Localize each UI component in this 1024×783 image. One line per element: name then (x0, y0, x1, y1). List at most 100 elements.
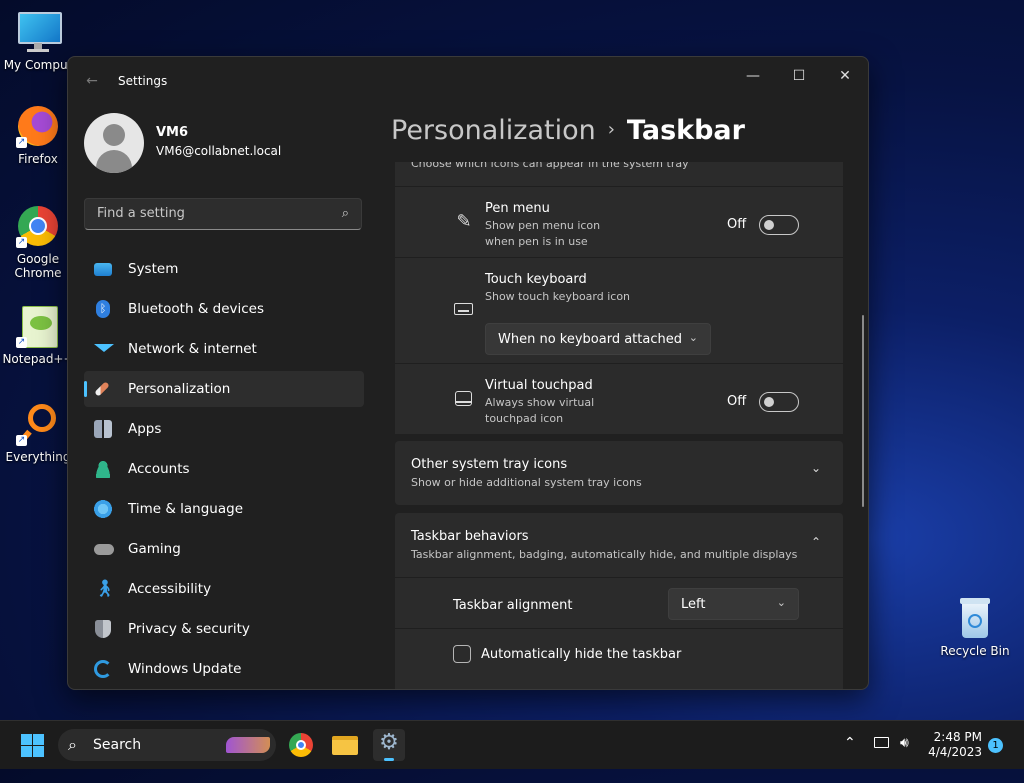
monitor-icon (16, 10, 62, 54)
nav-item-network[interactable]: Network & internet (84, 331, 364, 367)
desktop-icon-firefox[interactable]: ↗ Firefox (0, 104, 76, 166)
taskbar-settings[interactable]: ⚙ (373, 729, 405, 761)
windows-logo-icon (21, 734, 44, 757)
shortcut-arrow-icon: ↗ (16, 435, 27, 446)
nav-label: Apps (128, 421, 162, 437)
virtual-touchpad-toggle-label: Off (727, 394, 747, 409)
taskbar-behaviors-expander[interactable]: Taskbar behaviors Taskbar alignment, bad… (395, 513, 843, 577)
nav-item-system[interactable]: System (84, 251, 364, 287)
virtual-touchpad-row: Virtual touchpad Always show virtual tou… (395, 364, 843, 434)
chevron-up-icon[interactable]: ⌃ (844, 735, 856, 783)
nav-label: Gaming (128, 541, 181, 557)
shortcut-arrow-icon: ↗ (16, 337, 27, 348)
nav-item-gaming[interactable]: Gaming (84, 531, 364, 567)
chevron-down-icon: ⌄ (811, 461, 822, 475)
recycle-bin-label: Recycle Bin (940, 644, 1010, 658)
desktop-icon-notepad-plus-plus[interactable]: ↗ Notepad++ (0, 304, 76, 366)
desktop-icon-label: Firefox (18, 152, 58, 166)
nav-label: Bluetooth & devices (128, 301, 265, 317)
profile-email: VM6@collabnet.local (156, 144, 282, 158)
other-tray-title: Other system tray icons (411, 457, 568, 472)
clock[interactable]: 2:48 PM 4/4/2023 (924, 730, 982, 760)
taskbar-file-explorer[interactable] (329, 729, 361, 761)
auto-hide-checkbox[interactable] (453, 645, 471, 663)
nav-item-accounts[interactable]: Accounts (84, 451, 364, 487)
clock-time: 2:48 PM (933, 730, 982, 744)
maximize-button[interactable]: ☐ (776, 61, 822, 91)
settings-search[interactable]: ⌕ (84, 198, 362, 230)
nav-item-bluetooth[interactable]: ᛒ Bluetooth & devices (84, 291, 364, 327)
notification-badge[interactable]: 1 (988, 738, 1003, 753)
virtual-touchpad-toggle[interactable] (759, 392, 799, 412)
shield-icon (95, 620, 111, 638)
gamepad-icon (94, 544, 114, 555)
folder-icon (332, 736, 358, 755)
chrome-icon: ↗ (16, 204, 60, 248)
desktop-icon-recycle-bin[interactable]: Recycle Bin (940, 598, 1010, 658)
desktop-icon-label: Google Chrome (14, 252, 62, 280)
other-system-tray-icons-expander[interactable]: Other system tray icons Show or hide add… (395, 441, 843, 505)
profile-name: VM6 (156, 125, 189, 140)
minimize-button[interactable]: — (730, 61, 776, 91)
pen-icon: ✎ (456, 211, 472, 232)
content-pane: Choose which icons can appear in the sys… (395, 162, 843, 689)
recycle-bin-icon (958, 598, 992, 638)
system-tray-header[interactable]: Choose which icons can appear in the sys… (395, 162, 843, 186)
taskbar-chrome[interactable] (285, 729, 317, 761)
breadcrumb-parent[interactable]: Personalization (391, 115, 596, 146)
desktop-icon-everything[interactable]: ↗ Everything (0, 402, 76, 464)
breadcrumb: Personalization › Taskbar (391, 115, 745, 146)
tray-header-subtitle: Choose which icons can appear in the sys… (411, 162, 689, 170)
virtual-touchpad-subtitle: Always show virtual touchpad icon (485, 396, 595, 425)
user-profile[interactable]: VM6 VM6@collabnet.local (84, 113, 364, 175)
nav-label: Windows Update (128, 661, 242, 677)
nav-label: Accessibility (128, 581, 212, 597)
nav-label: System (128, 261, 179, 277)
search-icon: ⌕ (68, 735, 77, 754)
bluetooth-icon: ᛒ (96, 300, 110, 318)
nav-item-accessibility[interactable]: 🚶︎ Accessibility (84, 571, 364, 607)
start-button[interactable] (17, 729, 49, 761)
nav-item-privacy-security[interactable]: Privacy & security (84, 611, 364, 647)
nav-label: Time & language (128, 501, 244, 517)
avatar (84, 113, 144, 173)
search-input[interactable] (95, 205, 329, 222)
wifi-icon (94, 344, 114, 352)
nav-item-windows-update[interactable]: Windows Update (84, 651, 364, 687)
virtual-touchpad-title: Virtual touchpad (485, 378, 593, 393)
taskbar-behaviors-title: Taskbar behaviors (411, 529, 529, 544)
window-title: Settings (118, 74, 168, 88)
nav-label: Accounts (128, 461, 190, 477)
content-scrollbar[interactable] (862, 315, 864, 507)
taskbar-alignment-row: Taskbar alignment Left ⌄ (395, 578, 843, 628)
title-bar: ← Settings — ☐ ✕ (68, 57, 868, 105)
touch-keyboard-row: Touch keyboard Show touch keyboard icon … (395, 258, 843, 363)
touch-keyboard-title: Touch keyboard (485, 272, 587, 287)
touch-keyboard-dropdown[interactable]: When no keyboard attached ⌄ (485, 323, 711, 355)
chevron-up-icon: ⌃ (811, 535, 822, 549)
taskbar-search[interactable]: ⌕ Search (58, 729, 276, 761)
close-button[interactable]: ✕ (822, 61, 868, 91)
gear-icon: ⚙ (379, 730, 399, 755)
dropdown-value: When no keyboard attached (498, 332, 682, 347)
chevron-down-icon: ⌄ (776, 596, 786, 609)
network-icon[interactable] (874, 735, 889, 783)
desktop-icon-chrome[interactable]: ↗ Google Chrome (0, 204, 76, 280)
update-icon (94, 660, 112, 678)
nav-item-apps[interactable]: Apps (84, 411, 364, 447)
firefox-icon: ↗ (16, 104, 60, 148)
clock-date: 4/4/2023 (928, 745, 982, 759)
nav-item-personalization[interactable]: Personalization (84, 371, 364, 407)
taskbar-search-label: Search (93, 737, 142, 753)
back-arrow-icon[interactable]: ← (82, 71, 102, 91)
accessibility-icon: 🚶︎ (94, 579, 116, 599)
desktop-icon-my-computer[interactable]: My Comput (0, 10, 76, 72)
nav-item-time-language[interactable]: Time & language (84, 491, 364, 527)
auto-hide-row: Automatically hide the taskbar (395, 629, 843, 689)
pen-menu-toggle[interactable] (759, 215, 799, 235)
clock-globe-icon (94, 500, 112, 518)
volume-icon[interactable]: 🔊︎ (900, 735, 909, 783)
desktop-icon-label: Everything (5, 450, 71, 464)
taskbar-alignment-label: Taskbar alignment (453, 598, 573, 613)
taskbar-alignment-dropdown[interactable]: Left ⌄ (668, 588, 799, 620)
